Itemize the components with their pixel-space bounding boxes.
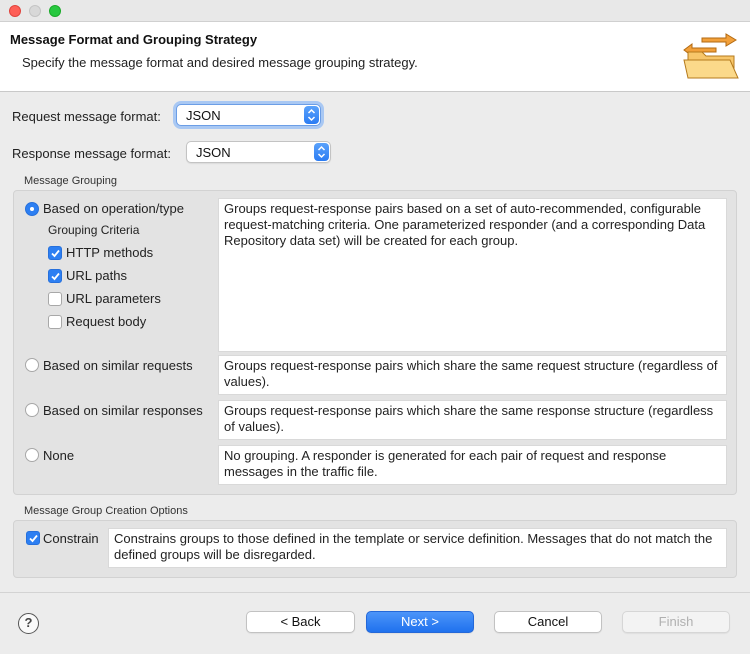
response-format-label: Response message format: bbox=[12, 146, 171, 161]
checkbox-url-parameters[interactable] bbox=[48, 292, 62, 306]
checkbox-http-methods-label[interactable]: HTTP methods bbox=[66, 245, 153, 260]
back-button[interactable]: < Back bbox=[246, 611, 355, 633]
page-description: Specify the message format and desired m… bbox=[22, 55, 418, 70]
finish-button[interactable]: Finish bbox=[622, 611, 730, 633]
footer-divider bbox=[0, 592, 750, 593]
similar-requests-description: Groups request-response pairs which shar… bbox=[218, 355, 727, 395]
checkbox-http-methods[interactable] bbox=[48, 246, 62, 260]
open-folder-icon bbox=[683, 33, 739, 79]
checkbox-request-body-label[interactable]: Request body bbox=[66, 314, 146, 329]
radio-similar-responses-label[interactable]: Based on similar responses bbox=[43, 403, 203, 418]
updown-chevron-icon bbox=[314, 143, 329, 161]
radio-none-label[interactable]: None bbox=[43, 448, 74, 463]
checkmark-icon bbox=[51, 249, 60, 258]
checkmark-icon bbox=[51, 272, 60, 281]
radio-similar-responses[interactable] bbox=[25, 403, 39, 417]
checkbox-constrain[interactable] bbox=[26, 531, 40, 545]
creation-options-title: Message Group Creation Options bbox=[24, 505, 188, 517]
updown-chevron-icon bbox=[304, 106, 319, 124]
next-button[interactable]: Next > bbox=[366, 611, 474, 633]
checkbox-url-parameters-label[interactable]: URL parameters bbox=[66, 291, 161, 306]
radio-operation-type-label[interactable]: Based on operation/type bbox=[43, 201, 184, 216]
radio-similar-requests-label[interactable]: Based on similar requests bbox=[43, 358, 193, 373]
constrain-description: Constrains groups to those defined in th… bbox=[108, 528, 727, 568]
checkbox-constrain-label[interactable]: Constrain bbox=[43, 531, 99, 546]
checkmark-icon bbox=[29, 534, 38, 543]
window-minimize-button[interactable] bbox=[29, 5, 41, 17]
window-zoom-button[interactable] bbox=[49, 5, 61, 17]
similar-responses-description: Groups request-response pairs which shar… bbox=[218, 400, 727, 440]
request-format-label: Request message format: bbox=[12, 109, 161, 124]
radio-operation-type[interactable] bbox=[25, 202, 39, 216]
request-format-value: JSON bbox=[186, 108, 221, 123]
help-icon[interactable]: ? bbox=[18, 613, 39, 634]
window-titlebar bbox=[0, 0, 750, 22]
radio-similar-requests[interactable] bbox=[25, 358, 39, 372]
wizard-header: Message Format and Grouping Strategy Spe… bbox=[0, 22, 750, 92]
cancel-button[interactable]: Cancel bbox=[494, 611, 602, 633]
none-description: No grouping. A responder is generated fo… bbox=[218, 445, 727, 485]
radio-none[interactable] bbox=[25, 448, 39, 462]
window-close-button[interactable] bbox=[9, 5, 21, 17]
grouping-criteria-title: Grouping Criteria bbox=[48, 223, 140, 237]
message-grouping-title: Message Grouping bbox=[24, 175, 117, 187]
response-format-select[interactable]: JSON bbox=[186, 141, 331, 163]
page-title: Message Format and Grouping Strategy bbox=[10, 32, 258, 47]
checkbox-request-body[interactable] bbox=[48, 315, 62, 329]
request-format-select[interactable]: JSON bbox=[176, 104, 321, 126]
response-format-value: JSON bbox=[196, 145, 231, 160]
checkbox-url-paths[interactable] bbox=[48, 269, 62, 283]
operation-type-description: Groups request-response pairs based on a… bbox=[218, 198, 727, 352]
checkbox-url-paths-label[interactable]: URL paths bbox=[66, 268, 127, 283]
